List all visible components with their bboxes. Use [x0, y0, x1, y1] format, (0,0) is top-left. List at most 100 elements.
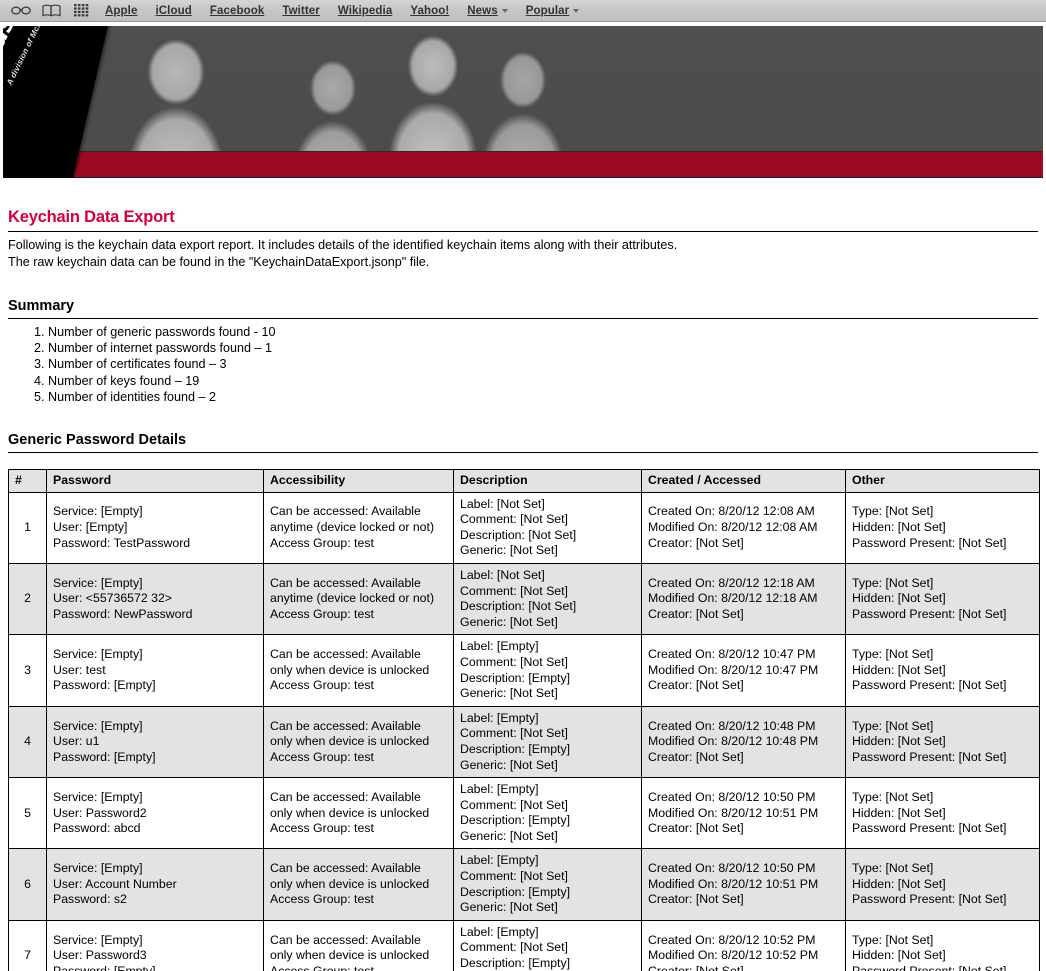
column-header-other: Other [845, 469, 1040, 493]
cell-line: Hidden: [Not Set] [852, 876, 946, 891]
bookmark-wikipedia[interactable]: Wikipedia [329, 5, 401, 17]
generic-password-heading: Generic Password Details [8, 432, 187, 449]
list-item: Number of generic passwords found - 10 [48, 324, 1038, 340]
cell-description: Label: [Empty] Comment: [Not Set] Descript… [453, 634, 642, 707]
cell-line: Service: [Empty] [53, 718, 143, 733]
cell-password: Service: [Empty] User: [Empty] Password: T… [46, 491, 264, 564]
cell-line: Creator: [Not Set] [648, 606, 744, 621]
cell-description: Label: [Not Set] Comment: [Not Set] Descri… [453, 491, 642, 564]
cell-line: Type: [Not Set] [852, 861, 934, 876]
cell-line: Label: [Empty] [460, 639, 539, 654]
cell-line: Access Group: test [270, 892, 374, 907]
cell-line: Description: [Empty] [460, 670, 571, 685]
cell-line: Password Present: [Not Set] [852, 892, 1007, 907]
table-row: 7 Service: [Empty] User: Password3 Password… [8, 919, 1040, 971]
cell-line: Description: [Empty] [460, 813, 571, 828]
cell-line: Generic: [Not Set] [460, 614, 558, 629]
cell-other: Type: [Not Set] Hidden: [Not Set] Password… [845, 848, 1040, 921]
cell-line: Comment: [Not Set] [460, 512, 568, 527]
bookmark-icloud[interactable]: iCloud [146, 5, 200, 17]
cell-line: Modified On: 8/20/12 12:18 AM [648, 591, 818, 606]
column-header-number: # [8, 469, 47, 493]
cell-line: Hidden: [Not Set] [852, 948, 946, 963]
cell-password: Service: [Empty] User: u1 Password: [Empty… [46, 705, 264, 779]
cell-line: Access Group: test [270, 535, 374, 550]
list-item: Number of certificates found – 3 [48, 356, 1038, 372]
cell-line: Access Group: test [270, 678, 374, 693]
cell-line: User: Password3 [53, 948, 147, 963]
cell-created: Created On: 8/20/12 12:08 AM Modified On:… [641, 491, 846, 564]
bookmark-folder-news[interactable]: News [458, 5, 516, 17]
cell-accessibility: Can be accessed: Available anytime (devic… [263, 562, 454, 636]
reader-glasses-icon[interactable] [6, 1, 36, 21]
cell-line: Can be accessed: Available [270, 718, 421, 733]
cell-password: Service: [Empty] User: Password2 Password:… [46, 777, 264, 850]
bookmark-apple[interactable]: Apple [96, 5, 146, 17]
bookmark-facebook[interactable]: Facebook [201, 5, 273, 17]
cell-line: Comment: [Not Set] [460, 869, 568, 884]
row-number: 1 [8, 491, 47, 564]
column-header-description: Description [453, 469, 642, 493]
cell-accessibility: Can be accessed: Available only when devi… [263, 777, 454, 850]
cell-line: Comment: [Not Set] [460, 583, 568, 598]
cell-created: Created On: 8/20/12 10:52 PM Modified On:… [641, 919, 846, 971]
cell-line: Generic: [Not Set] [460, 686, 558, 701]
cell-line: User: <55736572 32> [53, 591, 172, 606]
top-sites-grid-icon[interactable] [66, 1, 96, 21]
cell-line: Hidden: [Not Set] [852, 591, 946, 606]
cell-line: Label: [Empty] [460, 853, 539, 868]
cell-line: Type: [Not Set] [852, 718, 934, 733]
cell-line: Modified On: 8/20/12 10:52 PM [648, 948, 819, 963]
row-number: 6 [8, 848, 47, 921]
cell-line: Created On: 8/20/12 12:08 AM [648, 504, 815, 519]
cell-line: Created On: 8/20/12 10:52 PM [648, 932, 816, 947]
cell-line: Modified On: 8/20/12 10:48 PM [648, 734, 819, 749]
cell-line: Can be accessed: Available [270, 575, 421, 590]
cell-line: Comment: [Not Set] [460, 940, 568, 955]
cell-description: Label: [Empty] Comment: [Not Set] Descript… [453, 848, 642, 921]
cell-line: Password Present: [Not Set] [852, 749, 1007, 764]
cell-line: only when device is unlocked [270, 805, 430, 820]
open-book-icon[interactable] [36, 1, 66, 21]
row-number: 2 [8, 562, 47, 636]
bookmark-twitter[interactable]: Twitter [273, 5, 329, 17]
bookmark-folder-popular[interactable]: Popular [517, 5, 589, 17]
cell-line: Service: [Empty] [53, 575, 143, 590]
cell-line: Label: [Not Set] [460, 496, 545, 511]
bookmark-label: Yahoo! [410, 4, 450, 17]
title-divider [8, 231, 1038, 232]
bookmark-yahoo[interactable]: Yahoo! [401, 5, 458, 17]
row-number: 3 [8, 634, 47, 707]
cell-line: anytime (device locked or not) [270, 591, 435, 606]
row-number: 5 [8, 777, 47, 850]
cell-created: Created On: 8/20/12 10:48 PM Modified On:… [641, 705, 846, 779]
cell-other: Type: [Not Set] Hidden: [Not Set] Password… [845, 634, 1040, 707]
cell-line: Creator: [Not Set] [648, 821, 744, 836]
cell-line: Password: NewPassword [53, 606, 193, 621]
cell-line: Modified On: 8/20/12 10:51 PM [648, 876, 819, 891]
cell-line: Creator: [Not Set] [648, 535, 744, 550]
cell-line: Created On: 8/20/12 10:48 PM [648, 718, 816, 733]
table-row: 3 Service: [Empty] User: test Password: [Em… [8, 634, 1040, 707]
cell-password: Service: [Empty] User: <55736572 32> Passw… [46, 562, 264, 636]
cell-line: Password: [Empty] [53, 963, 156, 971]
cell-line: User: Password2 [53, 805, 147, 820]
cell-line: Access Group: test [270, 606, 374, 621]
cell-line: Hidden: [Not Set] [852, 520, 946, 534]
cell-line: Password: s2 [53, 892, 127, 907]
cell-line: Password: TestPassword [53, 535, 191, 550]
cell-line: Access Group: test [270, 749, 374, 764]
cell-line: Type: [Not Set] [852, 575, 934, 590]
cell-other: Type: [Not Set] Hidden: [Not Set] Password… [845, 491, 1040, 564]
bookmark-label: Apple [105, 4, 138, 17]
cell-line: Type: [Not Set] [852, 789, 934, 804]
bookmark-label: Wikipedia [337, 4, 393, 17]
cell-line: Service: [Empty] [53, 789, 143, 804]
list-item: Number of keys found – 19 [48, 373, 1038, 389]
cell-other: Type: [Not Set] Hidden: [Not Set] Password… [845, 562, 1040, 636]
foundstone-banner: Foundstone A division of McAfee [3, 26, 1043, 178]
chevron-down-icon [501, 9, 508, 13]
cell-line: Type: [Not Set] [852, 647, 934, 662]
cell-line: Created On: 8/20/12 12:18 AM [648, 575, 815, 590]
cell-line: Description: [Empty] [460, 741, 571, 756]
